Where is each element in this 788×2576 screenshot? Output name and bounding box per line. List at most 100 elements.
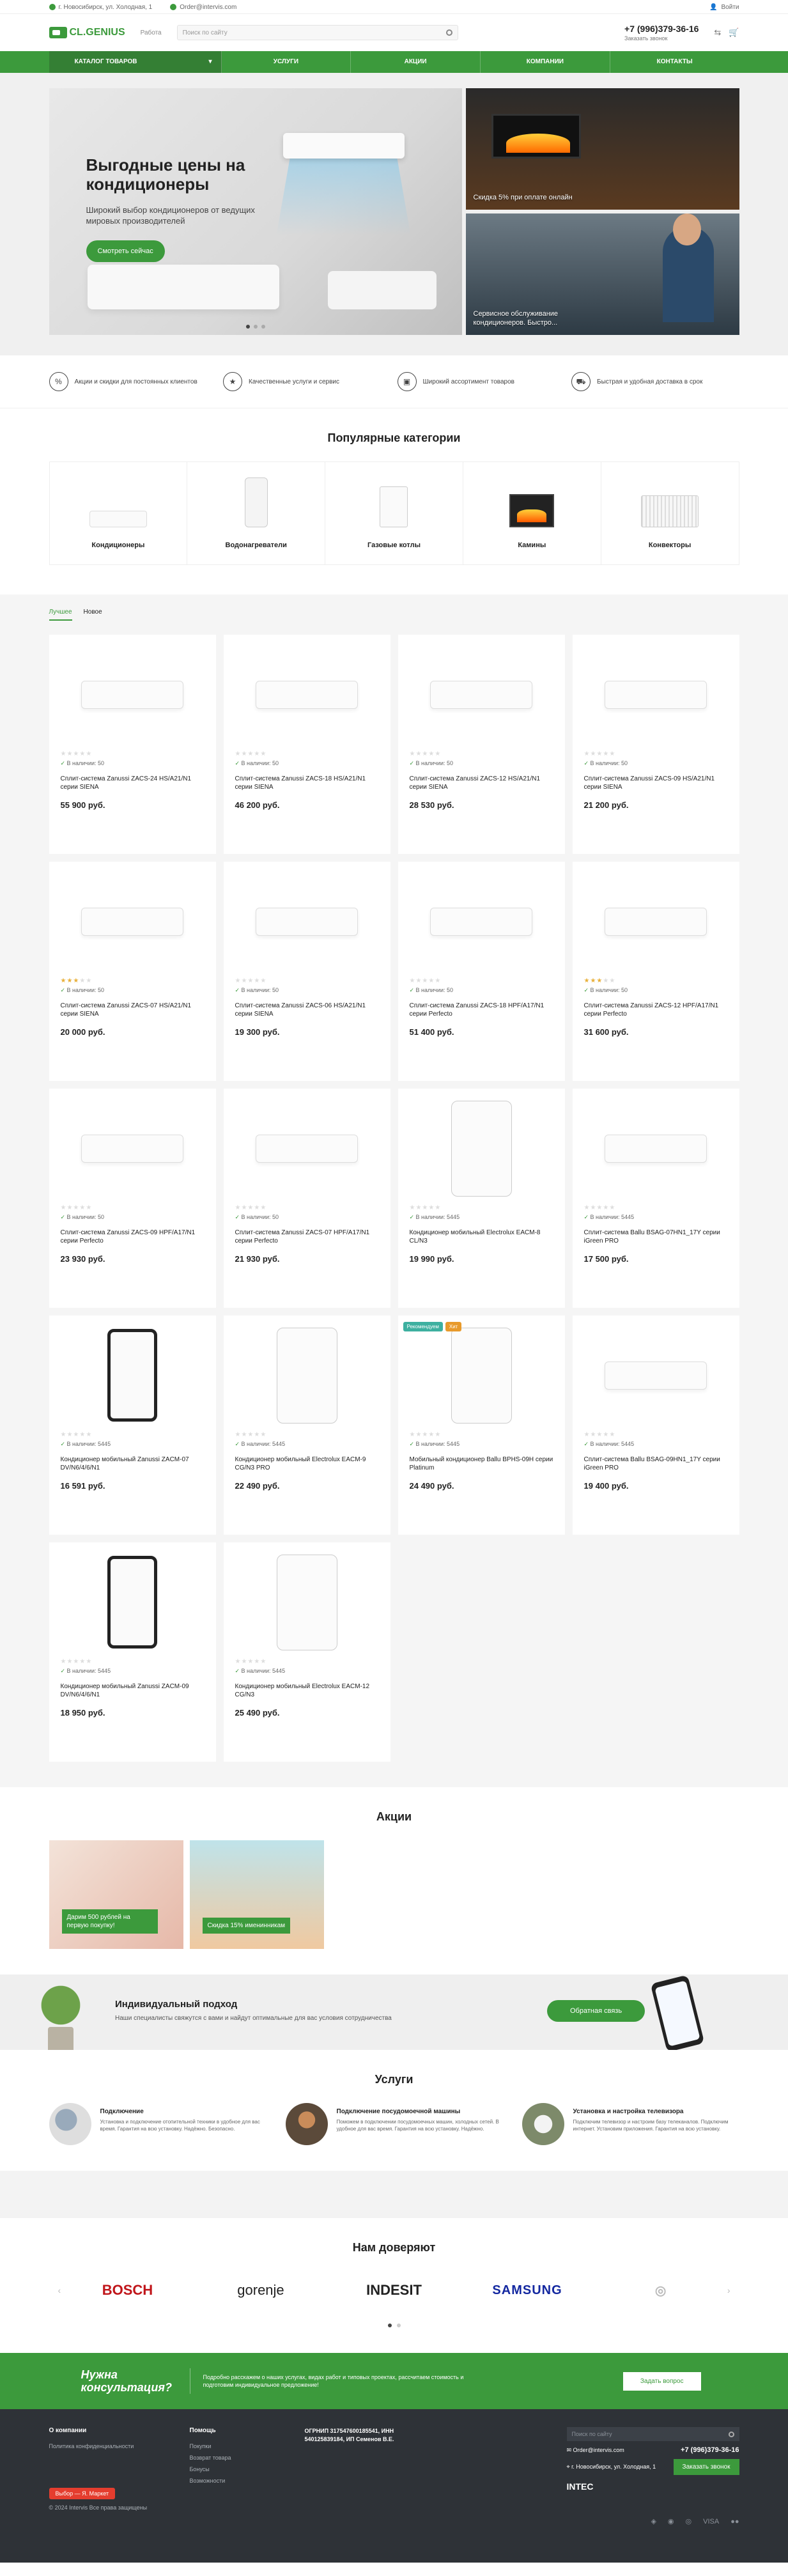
- product-image[interactable]: [605, 907, 707, 936]
- product-image[interactable]: [256, 1134, 358, 1163]
- slider-dot[interactable]: [245, 325, 250, 329]
- product-name[interactable]: Сплит-система Zanussi ZACS-09 HS/A21/N1 …: [584, 775, 728, 793]
- product-image-box[interactable]: [61, 1326, 205, 1425]
- search-icon[interactable]: [728, 2431, 734, 2437]
- nav-item-promos[interactable]: Акции: [351, 51, 481, 73]
- product-image-box[interactable]: [584, 1326, 728, 1425]
- product-name[interactable]: Сплит-система Zanussi ZACS-18 HS/A21/N1 …: [235, 775, 379, 793]
- product-image-box[interactable]: [584, 872, 728, 971]
- product-name[interactable]: Сплит-система Ballu BSAG-09HN1_17Y серии…: [584, 1455, 728, 1473]
- brand-logo[interactable]: BOSCH: [61, 2282, 194, 2299]
- product-image[interactable]: [605, 680, 707, 709]
- nav-item-contacts[interactable]: Контакты: [610, 51, 739, 73]
- product-image[interactable]: [107, 1329, 157, 1422]
- product-image[interactable]: [430, 680, 532, 709]
- carousel-dot[interactable]: [387, 2324, 392, 2327]
- footer-link[interactable]: Бонусы: [190, 2466, 279, 2472]
- header-link[interactable]: Работа: [141, 29, 162, 36]
- product-image[interactable]: [81, 680, 183, 709]
- product-image[interactable]: [605, 1134, 707, 1163]
- product-card[interactable]: ★★★★★ В наличии: 5445 Кондиционер мобиль…: [49, 1315, 216, 1535]
- brand-logo[interactable]: gorenje: [194, 2282, 328, 2299]
- email-info[interactable]: Order@intervis.com: [170, 4, 236, 11]
- product-image[interactable]: [276, 1554, 337, 1650]
- product-image[interactable]: [81, 1134, 183, 1163]
- service-item[interactable]: Установка и настройка телевизора Подключи…: [521, 2103, 739, 2145]
- product-image-box[interactable]: [410, 872, 553, 971]
- compare-icon[interactable]: ⇆: [714, 27, 721, 38]
- product-image-box[interactable]: [584, 1099, 728, 1198]
- hero-slide[interactable]: Выгодные цены на кондиционеры Широкий вы…: [49, 88, 462, 335]
- hero-button[interactable]: Смотреть сейчас: [86, 240, 165, 262]
- product-card[interactable]: ★★★★★ В наличии: 50 Сплит-система Zanuss…: [572, 862, 739, 1081]
- footer-phone[interactable]: +7 (996)379-36-16: [681, 2446, 739, 2454]
- product-image[interactable]: [451, 1100, 512, 1197]
- carousel-dot[interactable]: [396, 2324, 401, 2327]
- product-card[interactable]: ★★★★★ В наличии: 50 Сплит-система Zanuss…: [572, 635, 739, 854]
- email-text[interactable]: Order@intervis.com: [180, 4, 236, 11]
- product-name[interactable]: Кондиционер мобильный Zanussi ZACM-07 DV…: [61, 1455, 205, 1473]
- nav-item-services[interactable]: Услуги: [222, 51, 352, 73]
- brand-logo[interactable]: ◎: [594, 2283, 727, 2299]
- tab-best[interactable]: Лучшее: [49, 609, 72, 621]
- feedback-button[interactable]: Обратная связь: [547, 2000, 645, 2022]
- product-card[interactable]: ★★★★★ В наличии: 50 Сплит-система Zanuss…: [223, 635, 390, 854]
- product-card[interactable]: ★★★★★ В наличии: 5445 Кондиционер мобиль…: [223, 1315, 390, 1535]
- search-icon[interactable]: [445, 29, 452, 36]
- footer-callback-button[interactable]: Заказать звонок: [673, 2459, 739, 2475]
- product-image-box[interactable]: [235, 1326, 379, 1425]
- product-name[interactable]: Сплит-система Zanussi ZACS-06 HS/A21/N1 …: [235, 1002, 379, 1020]
- brand-logo[interactable]: SAMSUNG: [461, 2283, 594, 2298]
- tab-new[interactable]: Новое: [84, 609, 102, 621]
- product-card[interactable]: ★★★★★ В наличии: 5445 Сплит-система Ball…: [572, 1315, 739, 1535]
- nav-item-companies[interactable]: Компании: [481, 51, 610, 73]
- banner-online-discount[interactable]: Скидка 5% при оплате онлайн: [465, 88, 739, 210]
- product-image-box[interactable]: [61, 645, 205, 744]
- product-card[interactable]: ★★★★★ В наличии: 5445 Кондиционер мобиль…: [398, 1089, 565, 1308]
- category-card[interactable]: Водонагреватели: [187, 462, 326, 564]
- product-card[interactable]: ★★★★★ В наличии: 50 Сплит-система Zanuss…: [223, 862, 390, 1081]
- product-card[interactable]: ★★★★★ В наличии: 50 Сплит-система Zanuss…: [398, 635, 565, 854]
- product-name[interactable]: Кондиционер мобильный Electrolux EACM-9 …: [235, 1455, 379, 1473]
- product-name[interactable]: Кондиционер мобильный Electrolux EACM-12…: [235, 1682, 379, 1700]
- product-name[interactable]: Сплит-система Zanussi ZACS-24 HS/A21/N1 …: [61, 775, 205, 793]
- brand-logo[interactable]: INDESIT: [327, 2282, 461, 2299]
- product-card[interactable]: ★★★★★ В наличии: 50 Сплит-система Zanuss…: [223, 1089, 390, 1308]
- footer-link[interactable]: Покупки: [190, 2443, 279, 2449]
- catalog-button[interactable]: Каталог товаров: [49, 51, 222, 73]
- product-name[interactable]: Кондиционер мобильный Zanussi ZACM-09 DV…: [61, 1682, 205, 1700]
- ask-question-button[interactable]: Задать вопрос: [622, 2371, 701, 2391]
- product-image-box[interactable]: [235, 1553, 379, 1652]
- footer-link[interactable]: Политика конфиденциальности: [49, 2443, 164, 2449]
- product-card[interactable]: ★★★★★ В наличии: 50 Сплит-система Zanuss…: [49, 635, 216, 854]
- product-image-box[interactable]: [61, 1099, 205, 1198]
- product-name[interactable]: Сплит-система Zanussi ZACS-12 HPF/A17/N1…: [584, 1002, 728, 1020]
- footer-search-input[interactable]: Поиск по сайту: [566, 2427, 739, 2441]
- footer-email[interactable]: ✉ Order@intervis.com: [567, 2447, 624, 2454]
- logo[interactable]: CL.GENIUS: [49, 27, 125, 38]
- product-image-box[interactable]: [410, 645, 553, 744]
- email-text[interactable]: Order@intervis.com: [573, 2447, 624, 2453]
- product-name[interactable]: Сплит-система Zanussi ZACS-12 HS/A21/N1 …: [410, 775, 553, 793]
- footer-link[interactable]: Возврат товара: [190, 2455, 279, 2461]
- product-card[interactable]: ★★★★★ В наличии: 50 Сплит-система Zanuss…: [49, 1089, 216, 1308]
- product-image[interactable]: [81, 907, 183, 936]
- product-name[interactable]: Сплит-система Zanussi ZACS-18 HPF/A17/N1…: [410, 1002, 553, 1020]
- callback-link[interactable]: Заказать звонок: [624, 35, 699, 42]
- product-image-box[interactable]: [61, 872, 205, 971]
- category-card[interactable]: Конвекторы: [601, 462, 739, 564]
- developer-logo[interactable]: INTEC: [567, 2481, 739, 2492]
- category-card[interactable]: Газовые котлы: [325, 462, 463, 564]
- chevron-right-icon[interactable]: ›: [727, 2285, 730, 2295]
- category-card[interactable]: Кондиционеры: [50, 462, 188, 564]
- product-image[interactable]: [107, 1556, 157, 1649]
- service-item[interactable]: Подключение посудомоечной машины Поможем …: [285, 2103, 503, 2145]
- product-image[interactable]: [256, 907, 358, 936]
- product-image-box[interactable]: [61, 1553, 205, 1652]
- product-image[interactable]: [256, 680, 358, 709]
- category-card[interactable]: Камины: [463, 462, 601, 564]
- footer-link[interactable]: Возможности: [190, 2478, 279, 2484]
- product-card[interactable]: ★★★★★ В наличии: 5445 Кондиционер мобиль…: [223, 1542, 390, 1762]
- product-image[interactable]: [276, 1327, 337, 1424]
- product-image-box[interactable]: [410, 1099, 553, 1198]
